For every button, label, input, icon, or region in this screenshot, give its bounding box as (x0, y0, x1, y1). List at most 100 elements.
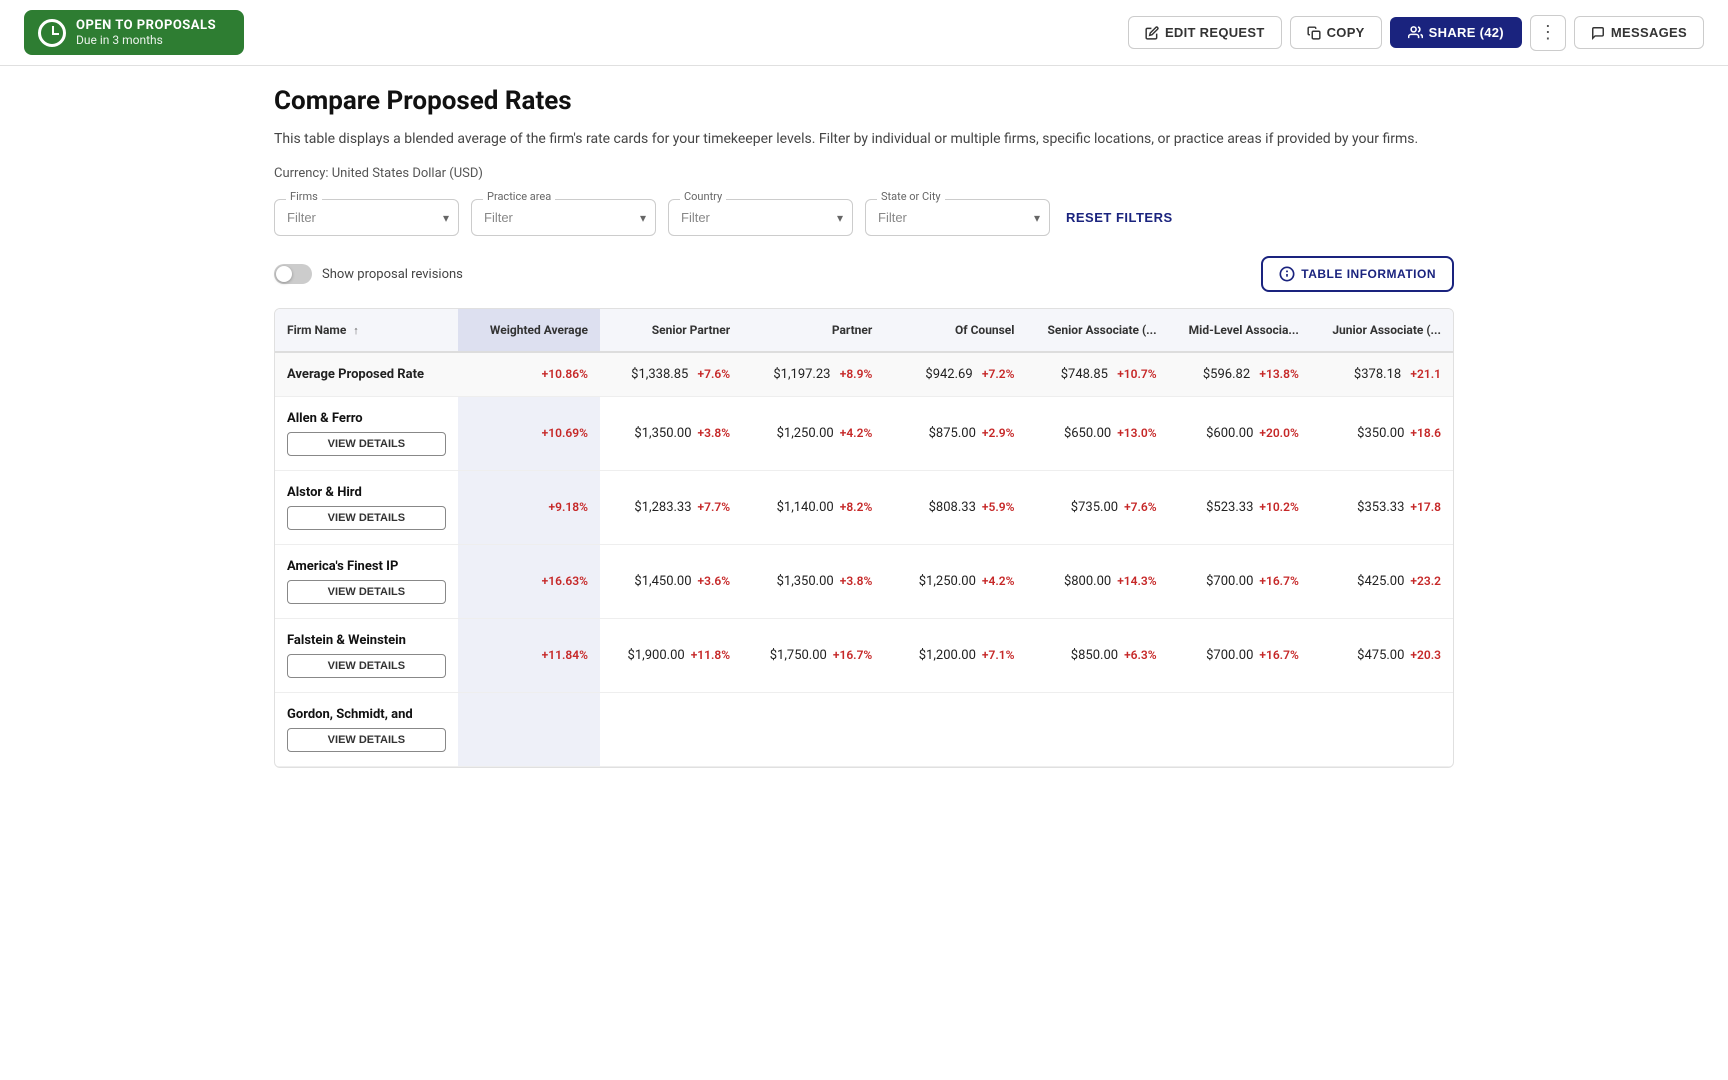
messages-button[interactable]: MESSAGES (1574, 16, 1704, 49)
country-select[interactable]: Filter (668, 199, 853, 236)
firm-cell-3: Falstein & Weinstein VIEW DETAILS (275, 619, 458, 693)
firm-weighted-avg-1: +9.18% (458, 471, 600, 545)
avg-senior-partner-cell: $1,338.85 +7.6% (600, 352, 742, 397)
copy-icon (1307, 26, 1321, 40)
col-junior-associate[interactable]: Junior Associate (... (1311, 309, 1453, 352)
country-label: Country (680, 190, 726, 203)
avg-of-counsel-value: $942.69 (925, 367, 972, 382)
firm-partner-0: $1,250.00+4.2% (742, 397, 884, 471)
firm-partner-2: $1,350.00+3.8% (742, 545, 884, 619)
firm-cell-1: Alstor & Hird VIEW DETAILS (275, 471, 458, 545)
firm-partner-change-2: +3.8% (840, 574, 873, 588)
table-row: Allen & Ferro VIEW DETAILS +10.69% $1,35… (275, 397, 1453, 471)
firm-name-2: America's Finest IP (287, 559, 446, 574)
country-filter: Country Filter ▾ (668, 199, 853, 236)
col-senior-associate[interactable]: Senior Associate (... (1026, 309, 1168, 352)
firm-of-counsel-change-1: +5.9% (982, 500, 1015, 514)
firm-of-counsel-1: $808.33+5.9% (884, 471, 1026, 545)
avg-junior-assoc-change: +21.1 (1410, 367, 1441, 381)
topbar-actions: EDIT REQUEST COPY SHARE (42) ⋮ MESSAGES (1128, 15, 1704, 51)
firm-mid-assoc-change-0: +20.0% (1259, 426, 1298, 440)
firm-of-counsel-3: $1,200.00+7.1% (884, 619, 1026, 693)
pencil-icon (1145, 26, 1159, 40)
table-row: Gordon, Schmidt, and VIEW DETAILS (275, 693, 1453, 767)
firm-name-3: Falstein & Weinstein (287, 633, 446, 648)
col-partner[interactable]: Partner (742, 309, 884, 352)
firm-info-3: Falstein & Weinstein VIEW DETAILS (287, 633, 446, 678)
firm-senior-assoc-3: $850.00+6.3% (1026, 619, 1168, 693)
avg-label: Average Proposed Rate (287, 367, 424, 382)
state-city-select[interactable]: Filter (865, 199, 1050, 236)
firm-senior-partner-2: $1,450.00+3.6% (600, 545, 742, 619)
firm-partner-1: $1,140.00+8.2% (742, 471, 884, 545)
view-details-button-0[interactable]: VIEW DETAILS (287, 432, 446, 456)
avg-label-cell: Average Proposed Rate (275, 352, 458, 397)
col-firm-name[interactable]: Firm Name ↑ (275, 309, 458, 352)
copy-button[interactable]: COPY (1290, 16, 1382, 49)
open-to-proposals-badge[interactable]: OPEN TO PROPOSALS Due in 3 months (24, 10, 244, 55)
firm-senior-assoc-1: $735.00+7.6% (1026, 471, 1168, 545)
firm-info-2: America's Finest IP VIEW DETAILS (287, 559, 446, 604)
col-weighted-avg[interactable]: Weighted Average (458, 309, 600, 352)
firm-mid-assoc-1: $523.33+10.2% (1169, 471, 1311, 545)
copy-label: COPY (1327, 25, 1365, 40)
view-details-button-1[interactable]: VIEW DETAILS (287, 506, 446, 530)
rates-table: Firm Name ↑ Weighted Average Senior Part… (275, 309, 1453, 767)
firm-senior-assoc-4 (1026, 693, 1168, 767)
rates-table-wrapper: Firm Name ↑ Weighted Average Senior Part… (274, 308, 1454, 768)
firm-of-counsel-change-0: +2.9% (982, 426, 1015, 440)
firm-senior-partner-change-0: +3.8% (698, 426, 731, 440)
firm-info-1: Alstor & Hird VIEW DETAILS (287, 485, 446, 530)
firm-weighted-avg-value-0: +10.69% (542, 426, 588, 440)
table-information-button[interactable]: TABLE INFORMATION (1261, 256, 1454, 292)
share-icon (1408, 25, 1423, 40)
col-senior-partner[interactable]: Senior Partner (600, 309, 742, 352)
firm-cell-2: America's Finest IP VIEW DETAILS (275, 545, 458, 619)
view-details-button-2[interactable]: VIEW DETAILS (287, 580, 446, 604)
firm-name-1: Alstor & Hird (287, 485, 446, 500)
firm-senior-assoc-change-1: +7.6% (1124, 500, 1157, 514)
sort-asc-icon: ↑ (353, 324, 359, 337)
firm-junior-assoc-change-0: +18.6 (1410, 426, 1441, 440)
avg-senior-partner-change: +7.6% (698, 367, 731, 381)
firm-junior-assoc-4 (1311, 693, 1453, 767)
col-firm-name-label: Firm Name (287, 323, 346, 337)
firms-filter: Firms Filter ▾ (274, 199, 459, 236)
revisions-row: Show proposal revisions TABLE INFORMATIO… (274, 256, 1454, 292)
firm-senior-assoc-change-3: +6.3% (1124, 648, 1157, 662)
page-description: This table displays a blended average of… (274, 128, 1454, 150)
state-city-filter: State or City Filter ▾ (865, 199, 1050, 236)
firms-select[interactable]: Filter (274, 199, 459, 236)
firm-of-counsel-0: $875.00+2.9% (884, 397, 1026, 471)
firm-weighted-avg-value-2: +16.63% (542, 574, 588, 588)
view-details-button-4[interactable]: VIEW DETAILS (287, 728, 446, 752)
firm-junior-assoc-0: $350.00+18.6 (1311, 397, 1453, 471)
col-mid-associate[interactable]: Mid-Level Associa... (1169, 309, 1311, 352)
table-row: Alstor & Hird VIEW DETAILS +9.18% $1,283… (275, 471, 1453, 545)
clock-icon (38, 19, 66, 47)
avg-of-counsel-cell: $942.69 +7.2% (884, 352, 1026, 397)
firm-mid-assoc-change-3: +16.7% (1259, 648, 1298, 662)
firm-cell-4: Gordon, Schmidt, and VIEW DETAILS (275, 693, 458, 767)
reset-filters-button[interactable]: RESET FILTERS (1062, 202, 1177, 233)
firm-senior-assoc-change-0: +13.0% (1117, 426, 1156, 440)
firm-weighted-avg-value-3: +11.84% (542, 648, 588, 662)
show-revisions-toggle[interactable] (274, 264, 312, 284)
firm-senior-partner-3: $1,900.00+11.8% (600, 619, 742, 693)
practice-select[interactable]: Filter (471, 199, 656, 236)
col-of-counsel[interactable]: Of Counsel (884, 309, 1026, 352)
table-row: Falstein & Weinstein VIEW DETAILS +11.84… (275, 619, 1453, 693)
firm-junior-assoc-3: $475.00+20.3 (1311, 619, 1453, 693)
firm-of-counsel-2: $1,250.00+4.2% (884, 545, 1026, 619)
avg-mid-assoc-cell: $596.82 +13.8% (1169, 352, 1311, 397)
firm-weighted-avg-4 (458, 693, 600, 767)
filters-row: Firms Filter ▾ Practice area Filter ▾ Co… (274, 199, 1454, 236)
toggle-row: Show proposal revisions (274, 264, 463, 284)
avg-senior-assoc-change: +10.7% (1117, 367, 1156, 381)
edit-request-button[interactable]: EDIT REQUEST (1128, 16, 1282, 49)
more-options-button[interactable]: ⋮ (1530, 15, 1566, 51)
firm-senior-assoc-0: $650.00+13.0% (1026, 397, 1168, 471)
table-row: America's Finest IP VIEW DETAILS +16.63%… (275, 545, 1453, 619)
share-button[interactable]: SHARE (42) (1390, 17, 1522, 48)
view-details-button-3[interactable]: VIEW DETAILS (287, 654, 446, 678)
